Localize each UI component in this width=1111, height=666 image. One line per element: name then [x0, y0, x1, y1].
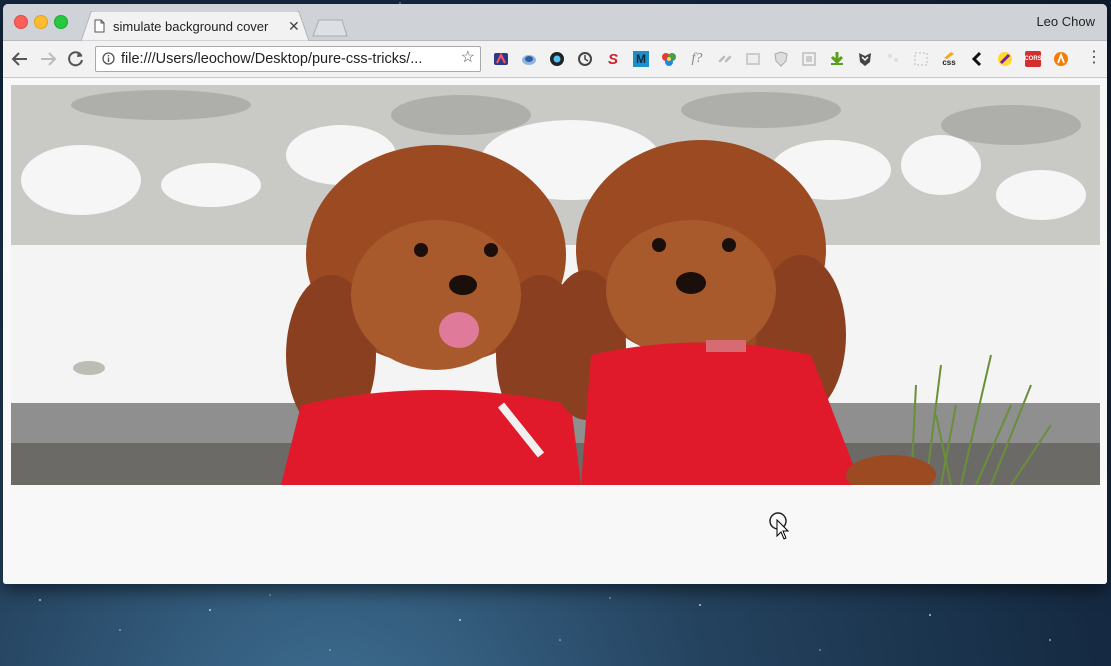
url-text[interactable]: file:///Users/leochow/Desktop/pure-css-t…	[121, 51, 422, 67]
extension-chevron-icon[interactable]	[969, 51, 985, 67]
extension-image-icon[interactable]	[745, 51, 761, 67]
reload-icon[interactable]	[67, 50, 85, 68]
profile-name[interactable]: Leo Chow	[1036, 14, 1095, 29]
bookmark-star-icon[interactable]: ☆	[461, 50, 475, 66]
extension-4-icon[interactable]	[577, 51, 593, 67]
address-bar[interactable]: file:///Users/leochow/Desktop/pure-css-t…	[95, 46, 481, 72]
extension-color-icon[interactable]	[661, 51, 677, 67]
document-icon	[94, 19, 105, 33]
mouse-cursor	[769, 512, 789, 540]
extension-m-icon[interactable]: M	[633, 51, 649, 67]
two-poodles-image	[11, 85, 1100, 485]
back-arrow-icon[interactable]	[11, 50, 29, 68]
extension-2-icon[interactable]	[521, 51, 537, 67]
left-poodle	[281, 145, 586, 485]
forward-arrow-icon[interactable]	[39, 50, 57, 68]
zoom-window-button[interactable]	[54, 15, 68, 29]
extension-fire-icon[interactable]	[1053, 51, 1069, 67]
browser-window: simulate background cover ✕ Leo Chow fil…	[3, 4, 1107, 584]
extension-dark-shield-icon[interactable]	[857, 51, 873, 67]
extension-shield-icon[interactable]	[773, 51, 789, 67]
extension-box-icon[interactable]	[801, 51, 817, 67]
extension-css-icon[interactable]: css	[941, 51, 957, 67]
extension-cors-icon[interactable]: CORS	[1024, 51, 1042, 67]
close-window-button[interactable]	[14, 15, 28, 29]
extension-link-icon[interactable]	[717, 51, 733, 67]
extension-pen-icon[interactable]	[997, 51, 1013, 67]
extension-3-icon[interactable]	[549, 51, 565, 67]
toolbar: file:///Users/leochow/Desktop/pure-css-t…	[3, 41, 1107, 78]
extension-f-icon[interactable]: f?	[689, 51, 705, 67]
extension-css-label: css	[942, 58, 956, 67]
extension-1-icon[interactable]	[493, 51, 509, 67]
tab-title: simulate background cover	[113, 19, 269, 34]
extension-download-icon[interactable]	[829, 51, 845, 67]
tab-strip: simulate background cover ✕ Leo Chow	[3, 4, 1107, 41]
tab-close-icon[interactable]: ✕	[288, 19, 300, 33]
page-viewport	[3, 78, 1107, 584]
extension-s-icon[interactable]: S	[605, 51, 621, 68]
extension-faded-icon[interactable]	[885, 51, 901, 67]
info-icon[interactable]	[102, 52, 115, 65]
tab-active[interactable]: simulate background cover ✕	[81, 11, 309, 41]
extension-dotted-icon[interactable]	[913, 51, 929, 67]
new-tab-button[interactable]	[312, 19, 348, 37]
minimize-window-button[interactable]	[34, 15, 48, 29]
menu-icon[interactable]: ⋮	[1086, 50, 1102, 66]
